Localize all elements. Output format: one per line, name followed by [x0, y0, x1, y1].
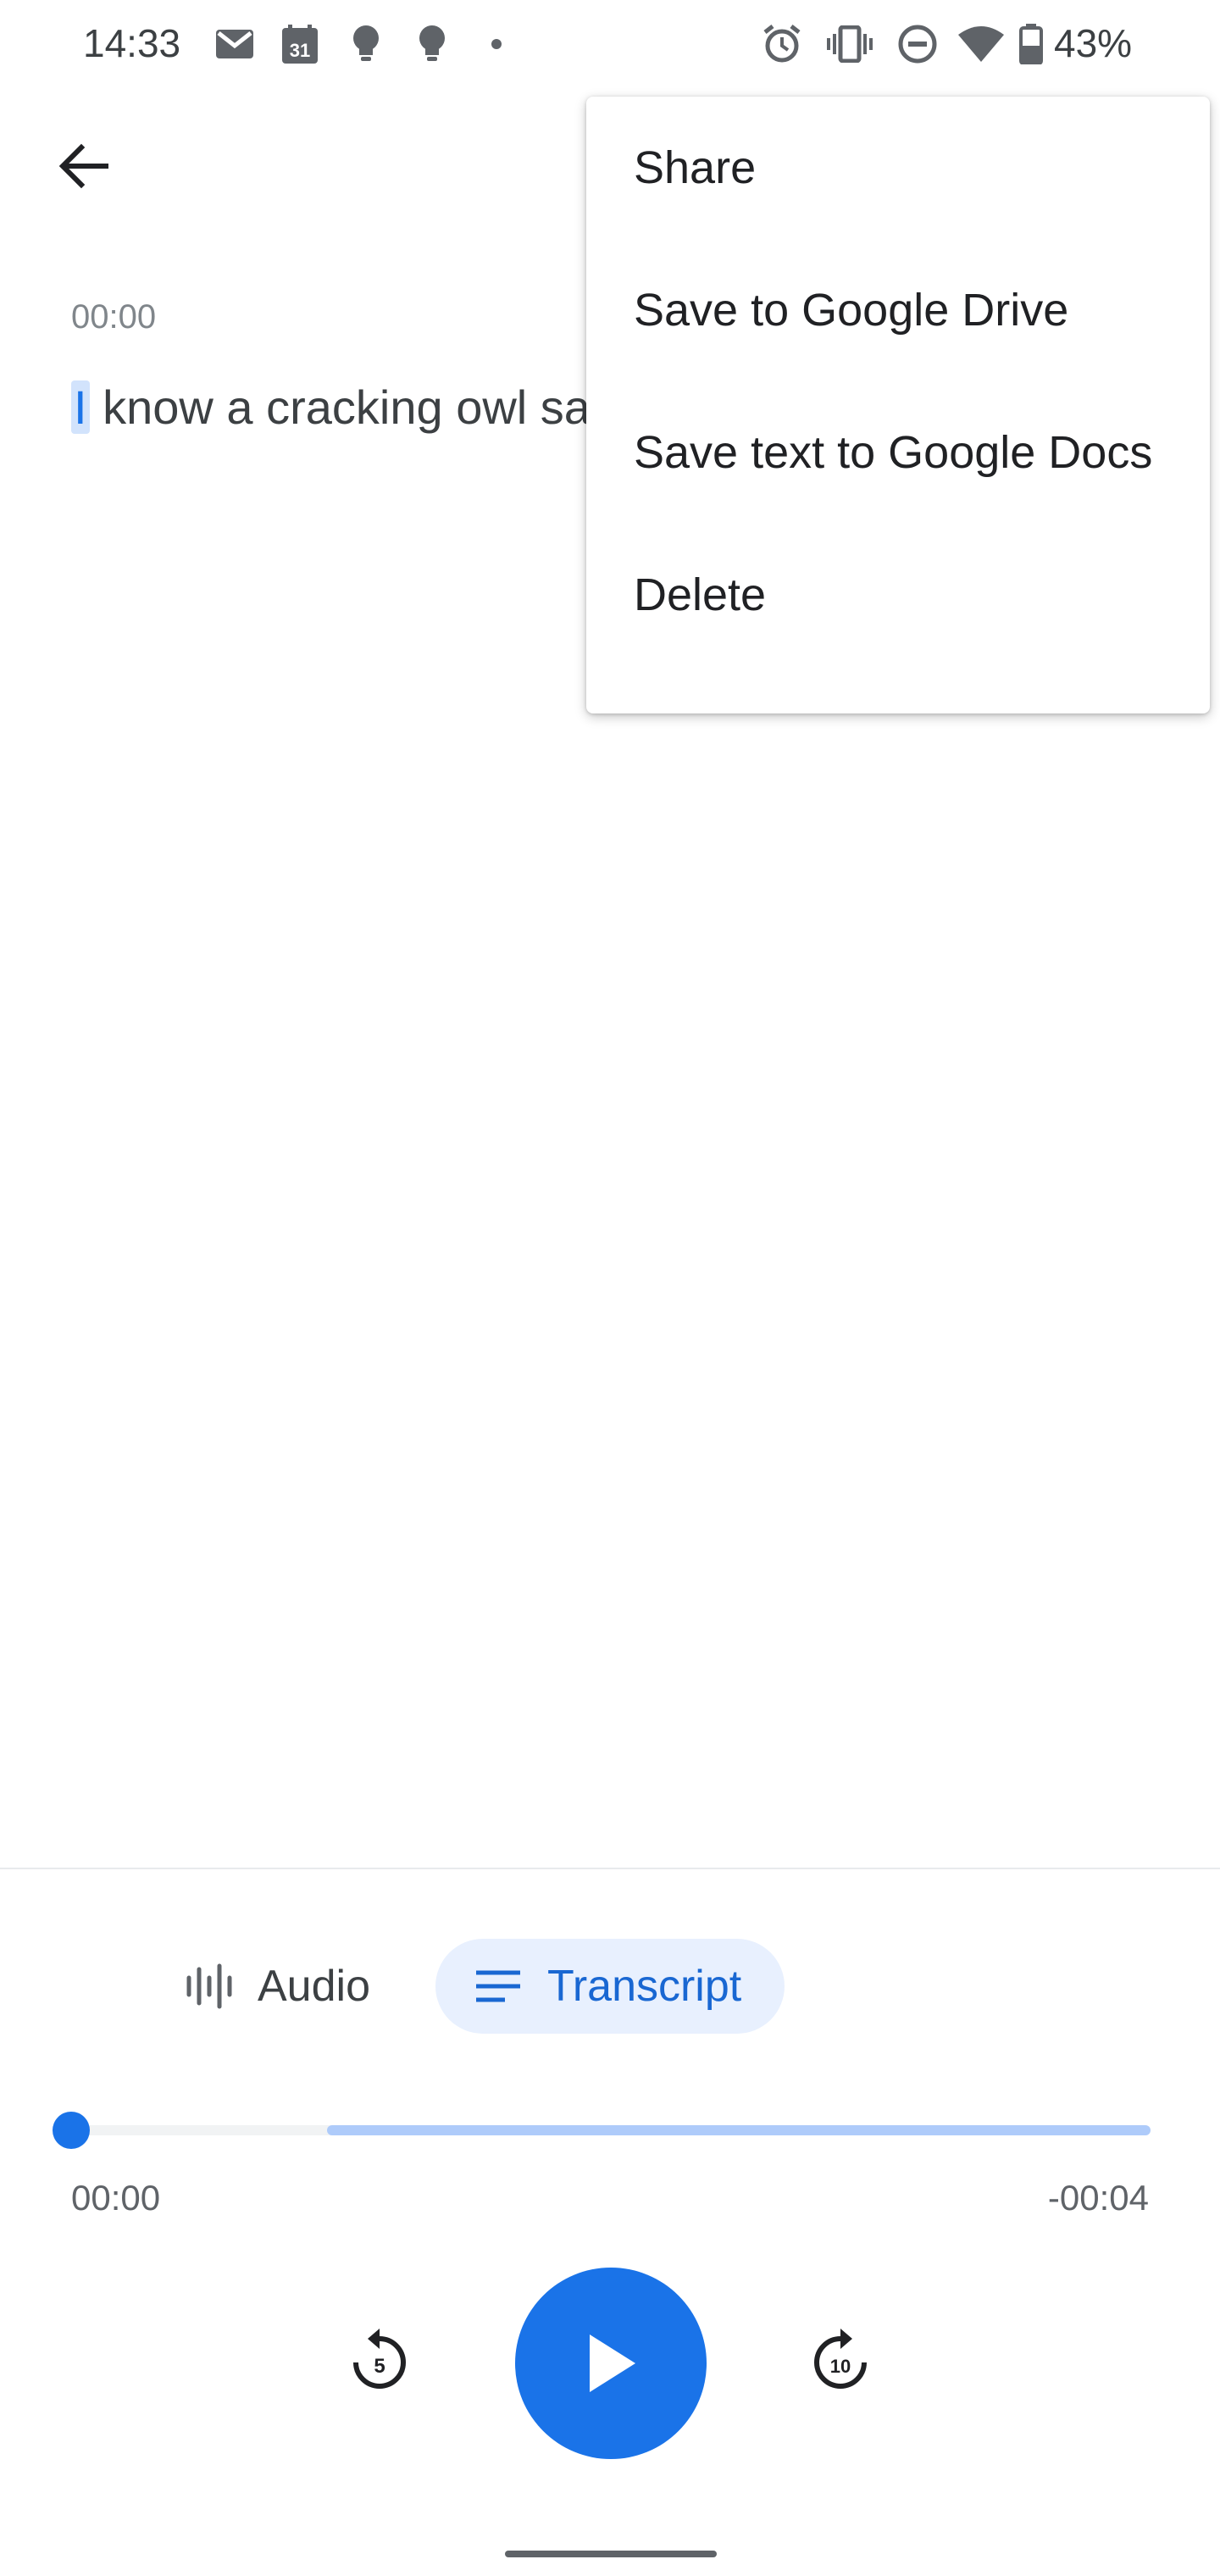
lightbulb-icon [347, 22, 385, 66]
status-bar: 14:33 31 43% [0, 0, 1220, 88]
play-button[interactable] [515, 2268, 707, 2459]
waveform-icon [186, 1963, 232, 2009]
menu-item-share[interactable]: Share [586, 97, 1210, 239]
menu-item-delete[interactable]: Delete [586, 524, 1210, 666]
menu-item-save-to-drive[interactable]: Save to Google Drive [586, 239, 1210, 381]
svg-text:10: 10 [830, 2356, 851, 2377]
transcript-text[interactable]: I know a cracking owl sa [71, 380, 596, 435]
highlighted-word[interactable]: I [71, 380, 90, 434]
overflow-menu: Share Save to Google Drive Save text to … [586, 97, 1210, 713]
seek-bar-audio-range [327, 2125, 1151, 2135]
svg-text:31: 31 [290, 40, 310, 61]
time-elapsed: 00:00 [71, 2178, 161, 2218]
status-time: 14:33 [83, 21, 181, 65]
divider [0, 1868, 1220, 1869]
home-indicator[interactable] [505, 2551, 717, 2557]
tab-transcript[interactable]: Transcript [435, 1939, 785, 2034]
play-icon [590, 2334, 635, 2392]
transcript-text-rest[interactable]: know a cracking owl sa [90, 380, 591, 434]
do-not-disturb-icon [896, 22, 939, 66]
seek-thumb[interactable] [53, 2112, 90, 2149]
calendar-icon: 31 [280, 22, 320, 66]
alarm-icon [761, 22, 803, 66]
menu-item-save-to-docs[interactable]: Save text to Google Docs [586, 381, 1210, 524]
svg-text:5: 5 [374, 2355, 385, 2378]
battery-icon [1017, 22, 1045, 66]
forward-10-button[interactable]: 10 [801, 2322, 879, 2400]
transcript-timestamp: 00:00 [71, 298, 157, 336]
lines-icon [476, 1970, 520, 2002]
vibrate-icon [827, 22, 873, 66]
battery-percent: 43% [1054, 21, 1133, 65]
tab-transcript-label: Transcript [547, 1962, 742, 2011]
rewind-5-button[interactable]: 5 [341, 2322, 419, 2400]
tab-audio-label: Audio [258, 1962, 370, 2011]
lightbulb-icon [413, 22, 451, 66]
dot-icon [488, 22, 505, 66]
replay-5-icon: 5 [353, 2329, 406, 2389]
gmail-icon [214, 22, 256, 66]
tab-audio[interactable]: Audio [169, 1939, 398, 2034]
forward-10-icon: 10 [814, 2329, 867, 2389]
back-button[interactable] [47, 130, 119, 202]
arrow-back-icon [58, 143, 108, 189]
time-remaining: -00:04 [1047, 2178, 1149, 2218]
recorder-screen: 14:33 31 43% 00:00 I know a cracking owl… [0, 0, 1220, 2576]
wifi-icon [957, 22, 1005, 66]
